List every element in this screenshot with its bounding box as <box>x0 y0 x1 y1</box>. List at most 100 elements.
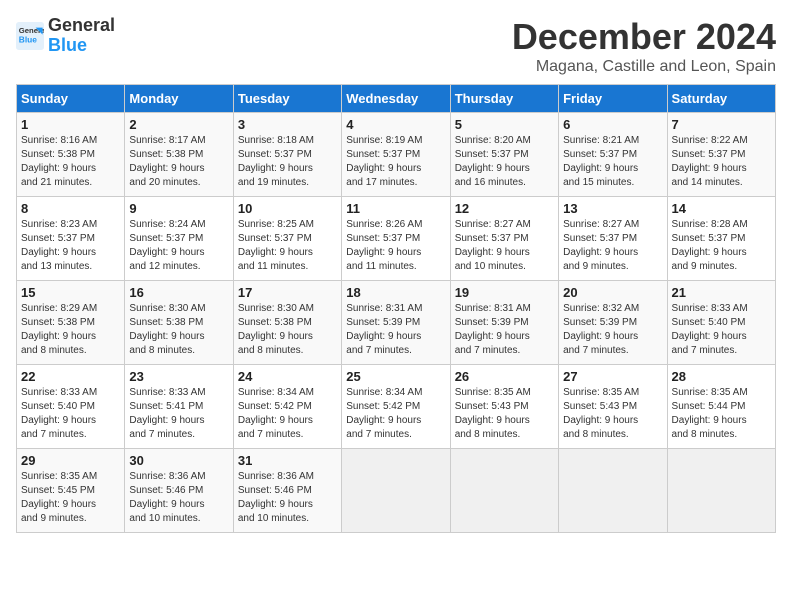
calendar-day-header: Thursday <box>450 85 558 113</box>
calendar-cell <box>667 449 775 533</box>
day-number: 11 <box>346 201 445 216</box>
cell-info: Sunrise: 8:24 AM Sunset: 5:37 PM Dayligh… <box>129 218 228 274</box>
day-number: 13 <box>563 201 662 216</box>
day-number: 1 <box>21 117 120 132</box>
calendar-cell: 12 Sunrise: 8:27 AM Sunset: 5:37 PM Dayli… <box>450 197 558 281</box>
cell-info: Sunrise: 8:36 AM Sunset: 5:46 PM Dayligh… <box>238 470 337 526</box>
calendar-cell: 9 Sunrise: 8:24 AM Sunset: 5:37 PM Daylig… <box>125 197 233 281</box>
cell-info: Sunrise: 8:22 AM Sunset: 5:37 PM Dayligh… <box>672 134 771 190</box>
cell-info: Sunrise: 8:23 AM Sunset: 5:37 PM Dayligh… <box>21 218 120 274</box>
month-title: December 2024 <box>512 16 776 58</box>
calendar-day-header: Sunday <box>17 85 125 113</box>
day-number: 9 <box>129 201 228 216</box>
title-block: December 2024 Magana, Castille and Leon,… <box>512 16 776 76</box>
calendar-cell: 13 Sunrise: 8:27 AM Sunset: 5:37 PM Dayli… <box>559 197 667 281</box>
calendar-day-header: Monday <box>125 85 233 113</box>
day-number: 23 <box>129 369 228 384</box>
day-number: 28 <box>672 369 771 384</box>
cell-info: Sunrise: 8:30 AM Sunset: 5:38 PM Dayligh… <box>129 302 228 358</box>
day-number: 4 <box>346 117 445 132</box>
day-number: 17 <box>238 285 337 300</box>
calendar-cell: 19Sunrise: 8:31 AM Sunset: 5:39 PM Dayli… <box>450 281 558 365</box>
calendar-cell: 23Sunrise: 8:33 AM Sunset: 5:41 PM Dayli… <box>125 365 233 449</box>
calendar-cell: 6Sunrise: 8:21 AM Sunset: 5:37 PM Daylig… <box>559 113 667 197</box>
calendar-cell: 16Sunrise: 8:30 AM Sunset: 5:38 PM Dayli… <box>125 281 233 365</box>
calendar-cell <box>450 449 558 533</box>
cell-info: Sunrise: 8:28 AM Sunset: 5:37 PM Dayligh… <box>672 218 771 274</box>
cell-info: Sunrise: 8:34 AM Sunset: 5:42 PM Dayligh… <box>238 386 337 442</box>
logo-text-line1: General <box>48 16 115 36</box>
day-number: 14 <box>672 201 771 216</box>
calendar-day-header: Friday <box>559 85 667 113</box>
cell-info: Sunrise: 8:35 AM Sunset: 5:43 PM Dayligh… <box>563 386 662 442</box>
calendar-cell: 27 Sunrise: 8:35 AM Sunset: 5:43 PM Dayli… <box>559 365 667 449</box>
cell-info: Sunrise: 8:19 AM Sunset: 5:37 PM Dayligh… <box>346 134 445 190</box>
cell-info: Sunrise: 8:18 AM Sunset: 5:37 PM Dayligh… <box>238 134 337 190</box>
calendar-cell: 14 Sunrise: 8:28 AM Sunset: 5:37 PM Dayli… <box>667 197 775 281</box>
calendar-cell: 22 Sunrise: 8:33 AM Sunset: 5:40 PM Dayli… <box>17 365 125 449</box>
day-number: 12 <box>455 201 554 216</box>
cell-info: Sunrise: 8:16 AM Sunset: 5:38 PM Dayligh… <box>21 134 120 190</box>
day-number: 27 <box>563 369 662 384</box>
cell-info: Sunrise: 8:21 AM Sunset: 5:37 PM Dayligh… <box>563 134 662 190</box>
day-number: 25 <box>346 369 445 384</box>
day-number: 29 <box>21 453 120 468</box>
calendar-cell: 7 Sunrise: 8:22 AM Sunset: 5:37 PM Daylig… <box>667 113 775 197</box>
cell-info: Sunrise: 8:30 AM Sunset: 5:38 PM Dayligh… <box>238 302 337 358</box>
day-number: 5 <box>455 117 554 132</box>
cell-info: Sunrise: 8:27 AM Sunset: 5:37 PM Dayligh… <box>563 218 662 274</box>
calendar-week-row: 8 Sunrise: 8:23 AM Sunset: 5:37 PM Daylig… <box>17 197 776 281</box>
calendar-cell: 18Sunrise: 8:31 AM Sunset: 5:39 PM Dayli… <box>342 281 450 365</box>
cell-info: Sunrise: 8:20 AM Sunset: 5:37 PM Dayligh… <box>455 134 554 190</box>
calendar-day-header: Tuesday <box>233 85 341 113</box>
calendar-cell: 3 Sunrise: 8:18 AM Sunset: 5:37 PM Daylig… <box>233 113 341 197</box>
cell-info: Sunrise: 8:27 AM Sunset: 5:37 PM Dayligh… <box>455 218 554 274</box>
calendar-cell: 10Sunrise: 8:25 AM Sunset: 5:37 PM Dayli… <box>233 197 341 281</box>
cell-info: Sunrise: 8:32 AM Sunset: 5:39 PM Dayligh… <box>563 302 662 358</box>
cell-info: Sunrise: 8:29 AM Sunset: 5:38 PM Dayligh… <box>21 302 120 358</box>
cell-info: Sunrise: 8:36 AM Sunset: 5:46 PM Dayligh… <box>129 470 228 526</box>
day-number: 24 <box>238 369 337 384</box>
svg-text:Blue: Blue <box>19 34 37 44</box>
calendar-cell: 30 Sunrise: 8:36 AM Sunset: 5:46 PM Dayli… <box>125 449 233 533</box>
day-number: 20 <box>563 285 662 300</box>
calendar-cell: 25 Sunrise: 8:34 AM Sunset: 5:42 PM Dayli… <box>342 365 450 449</box>
calendar-cell: 20 Sunrise: 8:32 AM Sunset: 5:39 PM Dayli… <box>559 281 667 365</box>
calendar-cell: 28 Sunrise: 8:35 AM Sunset: 5:44 PM Dayli… <box>667 365 775 449</box>
cell-info: Sunrise: 8:25 AM Sunset: 5:37 PM Dayligh… <box>238 218 337 274</box>
day-number: 15 <box>21 285 120 300</box>
calendar-cell: 4 Sunrise: 8:19 AM Sunset: 5:37 PM Daylig… <box>342 113 450 197</box>
day-number: 7 <box>672 117 771 132</box>
cell-info: Sunrise: 8:33 AM Sunset: 5:40 PM Dayligh… <box>672 302 771 358</box>
day-number: 30 <box>129 453 228 468</box>
page-header: General Blue General Blue December 2024 … <box>16 16 776 76</box>
location-title: Magana, Castille and Leon, Spain <box>512 58 776 76</box>
cell-info: Sunrise: 8:35 AM Sunset: 5:44 PM Dayligh… <box>672 386 771 442</box>
calendar-body: 1 Sunrise: 8:16 AM Sunset: 5:38 PM Daylig… <box>17 113 776 533</box>
logo-text-line2: Blue <box>48 36 115 56</box>
logo: General Blue General Blue <box>16 16 115 56</box>
cell-info: Sunrise: 8:34 AM Sunset: 5:42 PM Dayligh… <box>346 386 445 442</box>
calendar-cell: 31Sunrise: 8:36 AM Sunset: 5:46 PM Dayli… <box>233 449 341 533</box>
day-number: 22 <box>21 369 120 384</box>
calendar-table: SundayMondayTuesdayWednesdayThursdayFrid… <box>16 84 776 533</box>
day-number: 2 <box>129 117 228 132</box>
calendar-cell: 21 Sunrise: 8:33 AM Sunset: 5:40 PM Dayli… <box>667 281 775 365</box>
day-number: 19 <box>455 285 554 300</box>
calendar-header-row: SundayMondayTuesdayWednesdayThursdayFrid… <box>17 85 776 113</box>
cell-info: Sunrise: 8:33 AM Sunset: 5:40 PM Dayligh… <box>21 386 120 442</box>
calendar-cell: 5 Sunrise: 8:20 AM Sunset: 5:37 PM Daylig… <box>450 113 558 197</box>
cell-info: Sunrise: 8:17 AM Sunset: 5:38 PM Dayligh… <box>129 134 228 190</box>
calendar-cell: 29 Sunrise: 8:35 AM Sunset: 5:45 PM Dayli… <box>17 449 125 533</box>
day-number: 21 <box>672 285 771 300</box>
cell-info: Sunrise: 8:26 AM Sunset: 5:37 PM Dayligh… <box>346 218 445 274</box>
calendar-cell: 24 Sunrise: 8:34 AM Sunset: 5:42 PM Dayli… <box>233 365 341 449</box>
day-number: 26 <box>455 369 554 384</box>
day-number: 8 <box>21 201 120 216</box>
calendar-cell: 26Sunrise: 8:35 AM Sunset: 5:43 PM Dayli… <box>450 365 558 449</box>
cell-info: Sunrise: 8:35 AM Sunset: 5:45 PM Dayligh… <box>21 470 120 526</box>
calendar-day-header: Saturday <box>667 85 775 113</box>
day-number: 3 <box>238 117 337 132</box>
calendar-cell: 17 Sunrise: 8:30 AM Sunset: 5:38 PM Dayli… <box>233 281 341 365</box>
calendar-cell: 8 Sunrise: 8:23 AM Sunset: 5:37 PM Daylig… <box>17 197 125 281</box>
